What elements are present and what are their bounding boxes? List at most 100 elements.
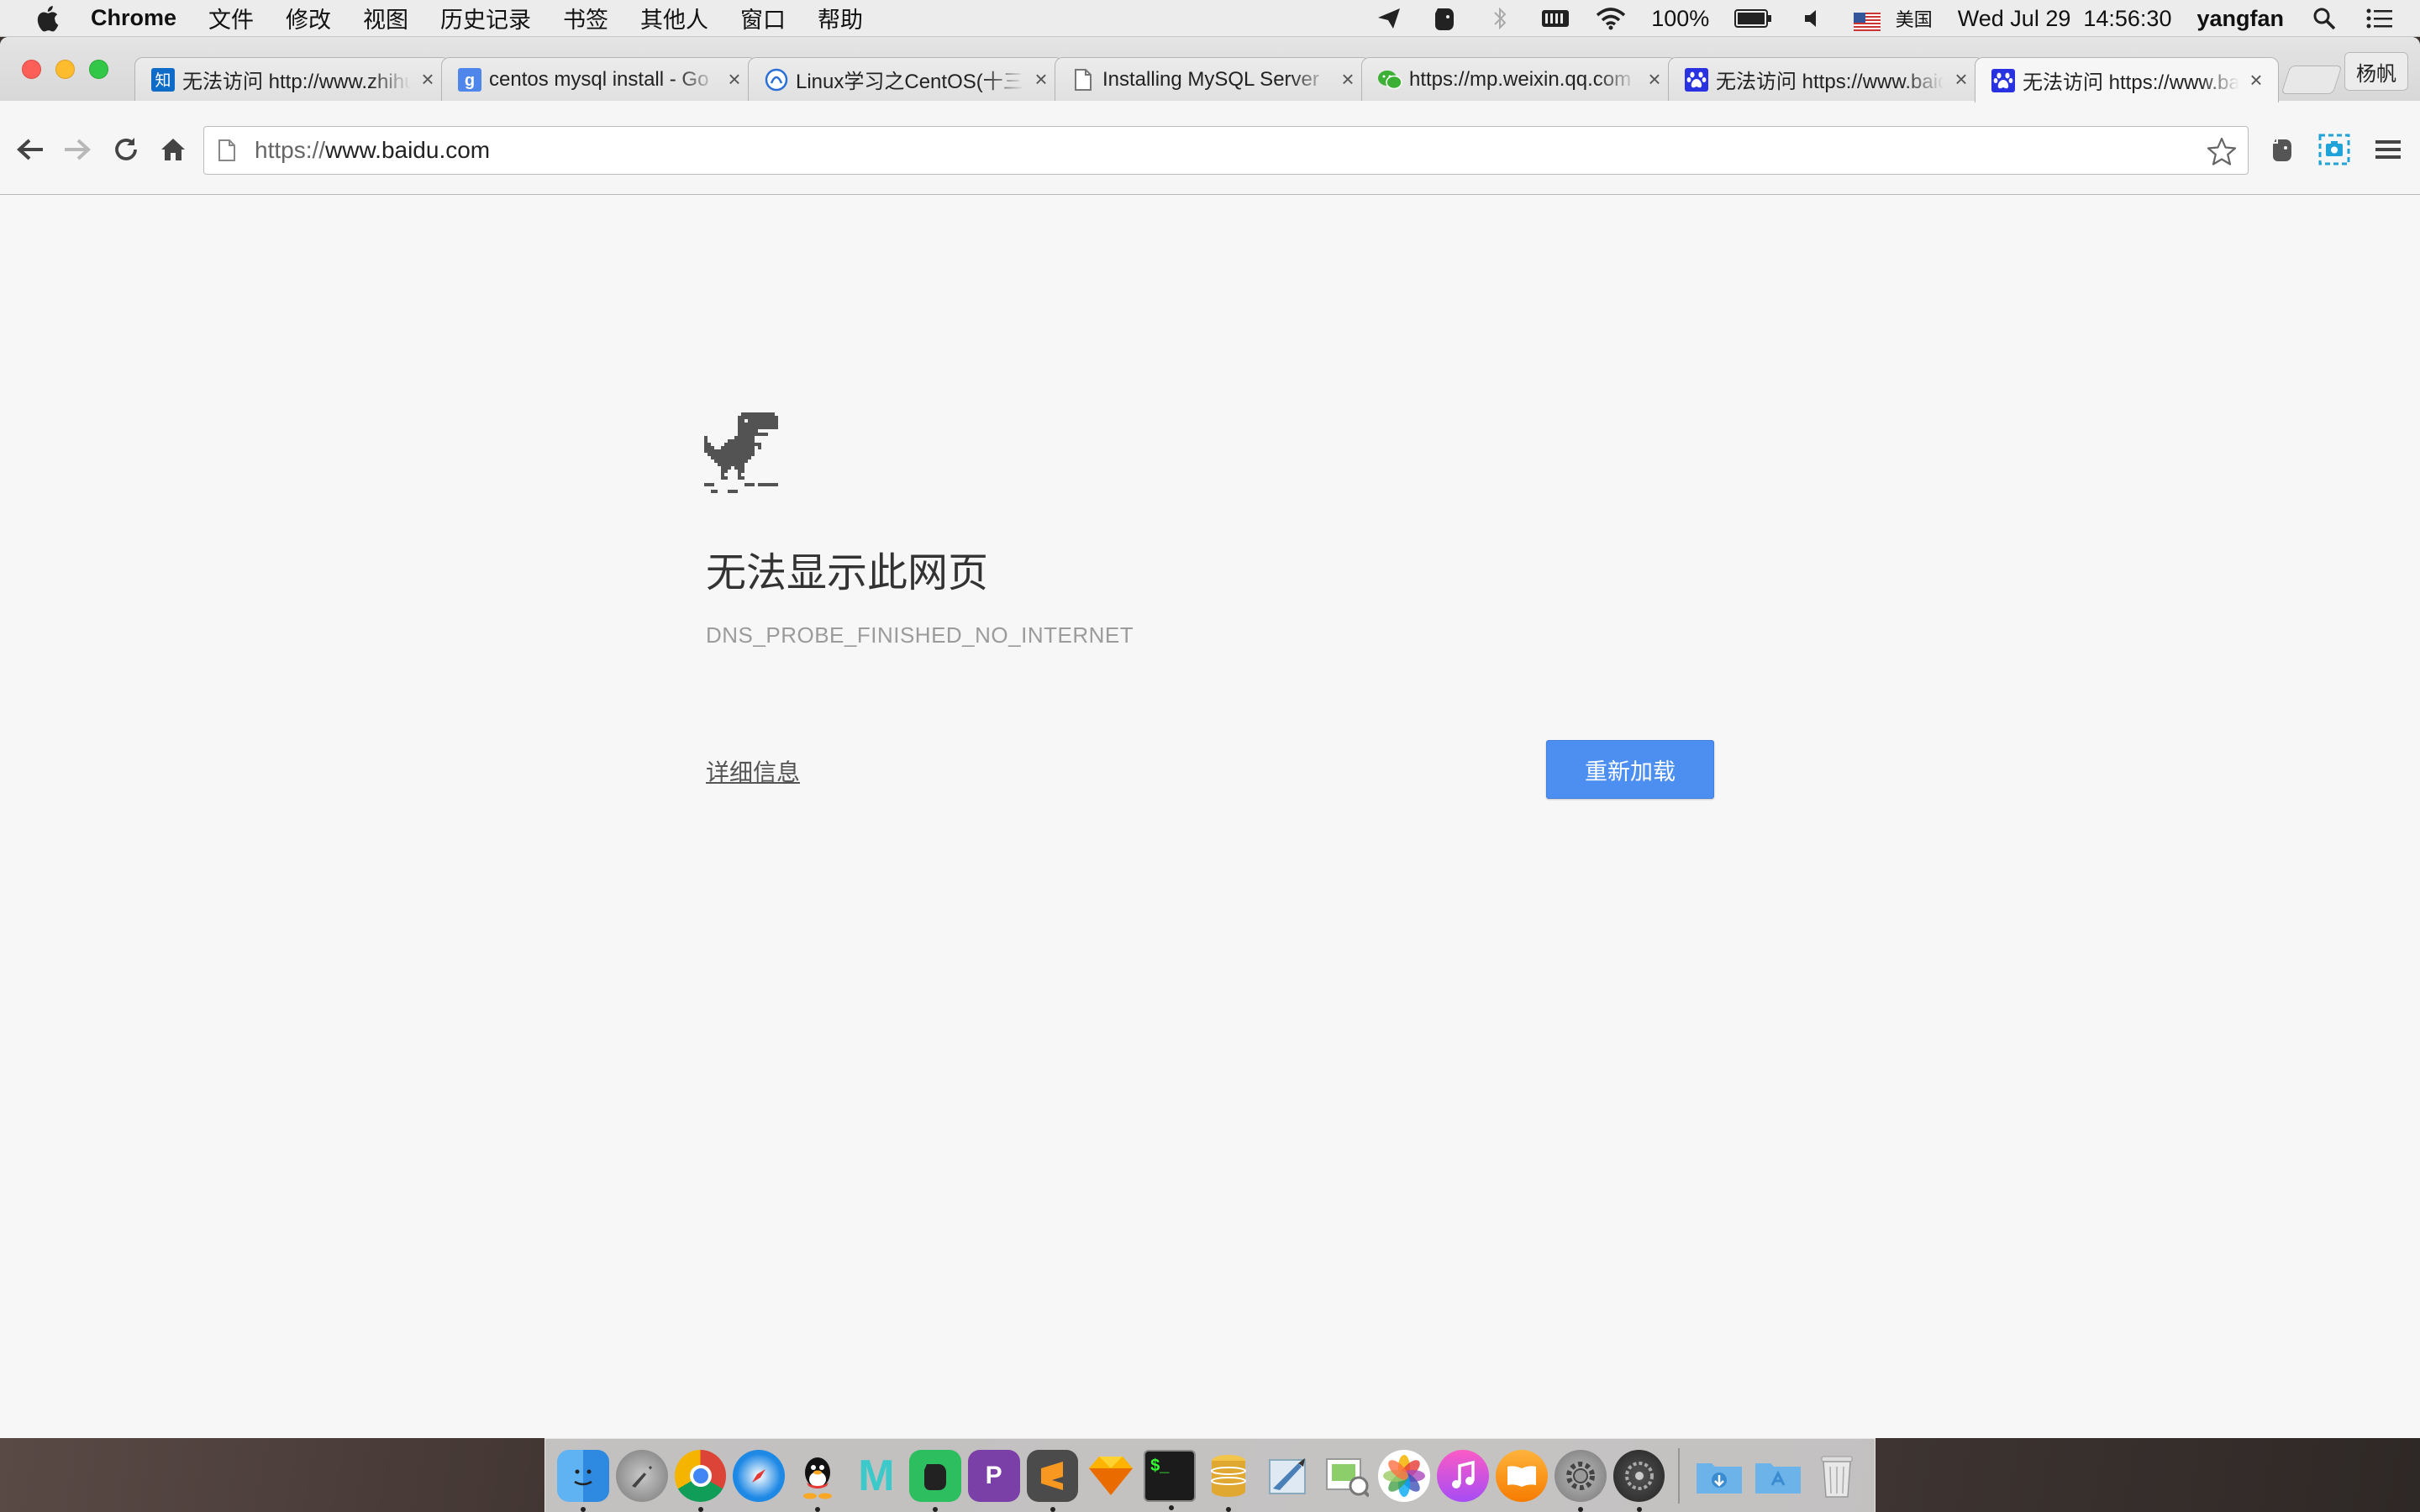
battery-icon[interactable] — [1734, 3, 1773, 34]
tab-baidu-error[interactable]: 无法访问 https://www.baidu × — [1668, 57, 1984, 101]
trash-icon[interactable] — [1811, 1450, 1863, 1502]
window-close-button[interactable] — [22, 60, 41, 79]
battery-percent: 100% — [1651, 5, 1710, 31]
apple-menu-icon[interactable] — [30, 2, 64, 35]
menubar-clock[interactable]: Wed Jul 29 14:56:30 — [1958, 6, 2172, 32]
mail-icon[interactable] — [1261, 1450, 1313, 1502]
current-user-menu[interactable]: yangfan — [2196, 6, 2284, 32]
evernote-extension-icon[interactable] — [2264, 131, 2301, 168]
tab-zhihu-error[interactable]: 知 无法访问 http://www.zhihu × — [134, 57, 450, 101]
menu-view[interactable]: 视图 — [363, 2, 408, 34]
pocket-icon[interactable]: P — [967, 1449, 1020, 1502]
wifi-icon[interactable] — [1596, 3, 1626, 34]
new-tab-button[interactable] — [2281, 66, 2343, 94]
dock-separator — [1678, 1447, 1681, 1504]
tab-linux-centos[interactable]: Linux学习之CentOS(十三) × — [748, 57, 1064, 101]
tab-close-icon[interactable]: × — [1338, 66, 1358, 92]
sketch-icon[interactable] — [1085, 1450, 1137, 1502]
disk-utility-icon[interactable] — [1612, 1449, 1665, 1512]
menu-people[interactable]: 其他人 — [640, 2, 708, 34]
send-icon[interactable] — [1374, 3, 1404, 34]
url-scheme: https:// — [255, 137, 326, 163]
tab-title: 无法访问 https://www.baidu — [1716, 71, 1944, 93]
reload-icon[interactable] — [108, 131, 145, 168]
error-title: 无法显示此网页 — [706, 551, 989, 596]
sequel-pro-icon[interactable] — [1202, 1450, 1255, 1512]
preview-icon[interactable] — [1320, 1450, 1372, 1502]
menu-help[interactable]: 帮助 — [818, 2, 863, 34]
blog-icon — [764, 67, 789, 92]
photos-icon[interactable] — [1378, 1449, 1431, 1502]
menu-bookmarks[interactable]: 书签 — [563, 2, 608, 34]
macos-menu-bar: Chrome 文件 修改 视图 历史记录 书签 其他人 窗口 帮助 100% 美… — [0, 0, 2420, 37]
url-host: www.baidu.com — [325, 137, 491, 163]
tab-installing-mysql[interactable]: Installing MySQL Server × — [1055, 57, 1370, 101]
launchpad-icon[interactable] — [615, 1449, 668, 1502]
svg-text:知: 知 — [155, 71, 171, 90]
forward-button[interactable] — [59, 131, 96, 168]
memory-icon[interactable] — [1540, 3, 1570, 34]
window-zoom-button[interactable] — [89, 60, 108, 79]
window-minimize-button[interactable] — [55, 60, 75, 79]
bluetooth-icon[interactable] — [1485, 3, 1515, 34]
page-info-icon[interactable] — [214, 135, 239, 165]
evernote-icon[interactable] — [908, 1449, 961, 1512]
baidu-icon — [1684, 67, 1709, 92]
menu-file[interactable]: 文件 — [208, 2, 254, 34]
tab-close-icon[interactable]: × — [1644, 66, 1665, 92]
qq-icon[interactable] — [792, 1450, 844, 1512]
input-source-menu[interactable]: 美国 — [1854, 5, 1933, 32]
tab-title: Linux学习之CentOS(十三) — [796, 71, 1024, 93]
ibooks-icon[interactable] — [1496, 1449, 1548, 1502]
mou-icon[interactable]: M — [850, 1450, 902, 1502]
tab-baidu-active[interactable]: 无法访问 https://www.baidu × — [1975, 57, 2279, 102]
volume-icon[interactable] — [1798, 3, 1828, 34]
chrome-menu-icon[interactable] — [2370, 131, 2407, 168]
us-flag-icon — [1854, 11, 1881, 31]
menu-edit[interactable]: 修改 — [286, 2, 331, 34]
tab-close-icon[interactable]: × — [724, 66, 744, 92]
finder-icon[interactable] — [557, 1449, 609, 1512]
tab-title: centos mysql install - Go — [489, 67, 709, 91]
sublime-icon[interactable] — [1026, 1449, 1079, 1512]
tab-title: https://mp.weixin.qq.com — [1409, 67, 1632, 91]
menu-history[interactable]: 历史记录 — [440, 2, 531, 34]
address-bar[interactable]: https://www.baidu.com — [203, 126, 2249, 175]
settings-icon[interactable] — [1554, 1449, 1607, 1512]
google-icon: g — [457, 67, 482, 92]
home-icon[interactable] — [155, 131, 192, 168]
notification-center-icon[interactable] — [2365, 3, 2395, 34]
error-code: DNS_PROBE_FINISHED_NO_INTERNET — [706, 622, 1134, 648]
tab-close-icon[interactable]: × — [1951, 66, 1971, 92]
chrome-window: 知 无法访问 http://www.zhihu × g centos mysql… — [0, 37, 2420, 1438]
input-source-label: 美国 — [1895, 9, 1933, 30]
details-link[interactable]: 详细信息 — [706, 754, 800, 788]
tab-close-icon[interactable]: × — [1031, 66, 1051, 92]
applications-folder-icon[interactable] — [1752, 1450, 1804, 1502]
itunes-icon[interactable] — [1437, 1449, 1490, 1502]
tab-title: Installing MySQL Server — [1102, 67, 1319, 91]
tab-weixin[interactable]: https://mp.weixin.qq.com × — [1361, 57, 1677, 101]
back-button[interactable] — [12, 131, 49, 168]
url-text[interactable]: https://www.baidu.com — [255, 137, 490, 164]
tab-close-icon[interactable]: × — [418, 66, 438, 92]
spotlight-search-icon[interactable] — [2309, 3, 2339, 34]
error-page: 无法显示此网页 DNS_PROBE_FINISHED_NO_INTERNET 详… — [0, 196, 2420, 1438]
wechat-icon — [1377, 67, 1402, 92]
tab-google-search[interactable]: g centos mysql install - Go × — [441, 57, 757, 101]
reload-button[interactable]: 重新加载 — [1546, 740, 1714, 799]
tab-close-icon[interactable]: × — [2246, 67, 2266, 92]
safari-icon[interactable] — [733, 1449, 786, 1502]
menu-window[interactable]: 窗口 — [740, 2, 786, 34]
profile-button[interactable]: 杨帆 — [2344, 52, 2408, 91]
downloads-folder-icon[interactable] — [1693, 1450, 1745, 1502]
bookmark-star-icon[interactable] — [2204, 134, 2239, 169]
terminal-icon[interactable]: $_ — [1144, 1449, 1196, 1510]
browser-toolbar: https://www.baidu.com — [0, 101, 2420, 195]
chrome-icon[interactable] — [674, 1449, 727, 1512]
active-app-name[interactable]: Chrome — [91, 5, 176, 31]
evernote-status-icon[interactable] — [1429, 3, 1460, 34]
tab-title: 无法访问 http://www.zhihu — [182, 71, 411, 93]
tab-strip: 知 无法访问 http://www.zhihu × g centos mysql… — [0, 37, 2420, 102]
screenshot-extension-icon[interactable] — [2316, 131, 2353, 168]
